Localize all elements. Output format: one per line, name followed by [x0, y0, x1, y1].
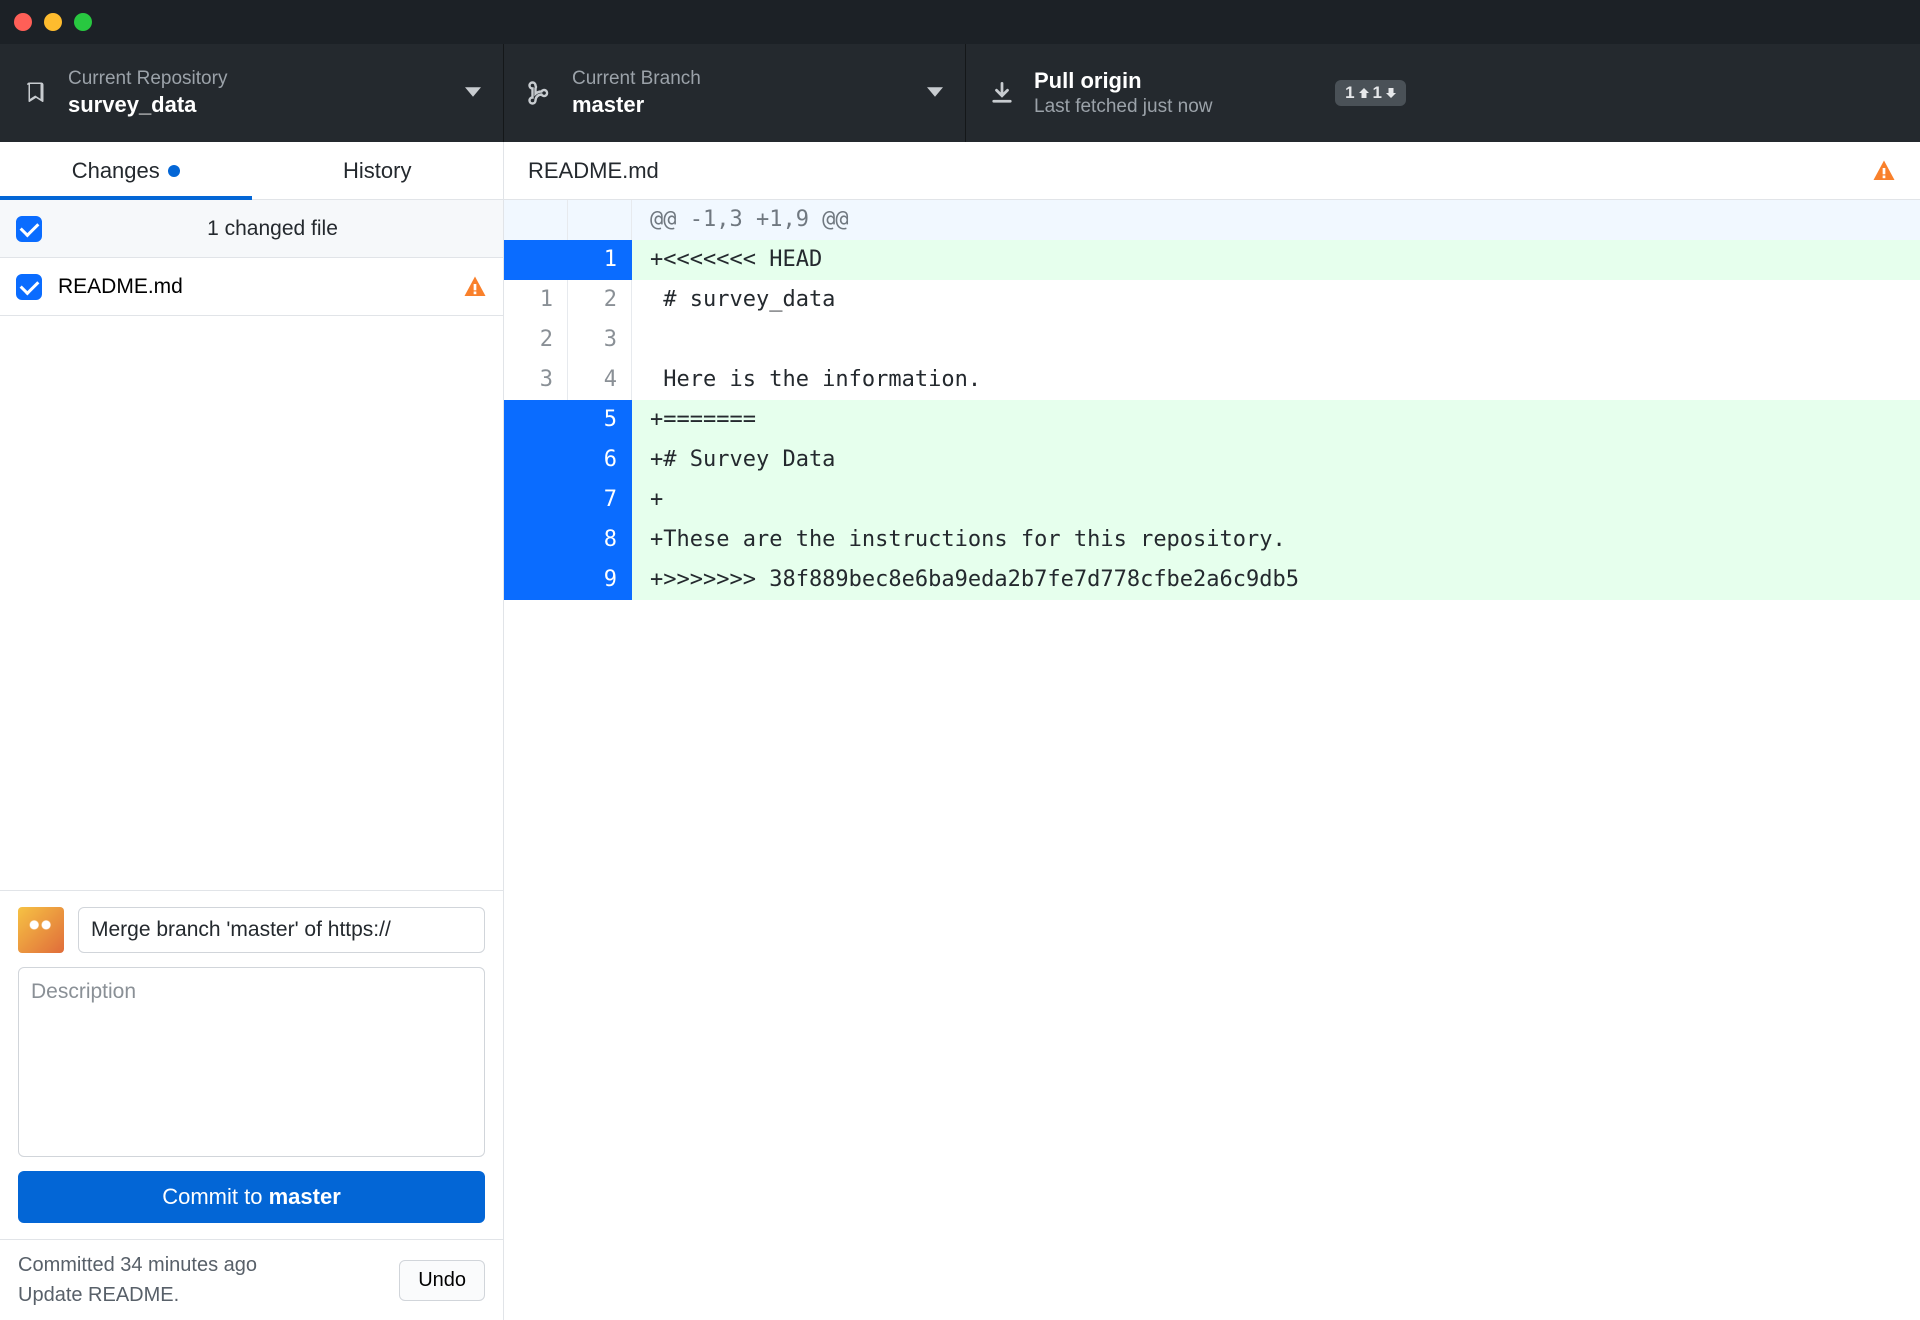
diff-line-add[interactable]: 9+>>>>>>> 38f889bec8e6ba9eda2b7fe7d778cf…	[504, 560, 1920, 600]
gutter-new-line: 9	[568, 560, 632, 600]
undo-button[interactable]: Undo	[399, 1260, 485, 1301]
window-controls	[14, 13, 92, 31]
commit-summary-input[interactable]	[78, 907, 485, 953]
tab-changes[interactable]: Changes	[0, 142, 252, 199]
toolbar: Current Repository survey_data Current B…	[0, 44, 1920, 142]
user-avatar	[18, 907, 64, 953]
diff-file-name: README.md	[528, 158, 1872, 184]
status-message: Update README.	[18, 1282, 387, 1308]
pull-title: Pull origin	[1034, 68, 1317, 94]
arrow-down-icon	[1386, 88, 1396, 98]
pull-origin-button[interactable]: Pull origin Last fetched just now 1 1	[966, 44, 1428, 142]
file-row[interactable]: README.md	[0, 258, 503, 316]
conflict-warning-icon	[1872, 159, 1896, 183]
gutter-old-line: 2	[504, 320, 568, 360]
gutter-old-line: 1	[504, 280, 568, 320]
diff-line-text: +=======	[632, 400, 1920, 440]
gutter-old-line	[504, 240, 568, 280]
diff-line-text: +These are the instructions for this rep…	[632, 520, 1920, 560]
select-all-checkbox[interactable]	[16, 216, 42, 242]
diff-line-text: @@ -1,3 +1,9 @@	[632, 200, 1920, 240]
branch-label: Current Branch	[572, 68, 909, 90]
diff-line-text: +# Survey Data	[632, 440, 1920, 480]
chevron-down-icon	[927, 84, 943, 102]
diff-line-text: # survey_data	[632, 280, 1920, 320]
diff-line-add[interactable]: 5+=======	[504, 400, 1920, 440]
window-titlebar	[0, 0, 1920, 44]
gutter-old-line	[504, 520, 568, 560]
sidebar: Changes History 1 changed file README.md	[0, 142, 504, 1320]
commit-button-prefix: Commit to	[162, 1184, 268, 1209]
last-commit-status: Committed 34 minutes ago Update README. …	[0, 1239, 503, 1320]
pull-count-badge: 1 1	[1335, 80, 1406, 106]
repository-dropdown[interactable]: Current Repository survey_data	[0, 44, 504, 142]
gutter-new-line: 6	[568, 440, 632, 480]
branch-name: master	[572, 92, 909, 118]
tab-history-label: History	[343, 158, 411, 184]
gutter-new-line: 1	[568, 240, 632, 280]
diff-line-text: +>>>>>>> 38f889bec8e6ba9eda2b7fe7d778cfb…	[632, 560, 1920, 600]
diff-line-text: +	[632, 480, 1920, 520]
gutter-old-line	[504, 400, 568, 440]
repository-label: Current Repository	[68, 68, 447, 90]
status-time: Committed 34 minutes ago	[18, 1252, 387, 1278]
gutter-new-line: 4	[568, 360, 632, 400]
repository-name: survey_data	[68, 92, 447, 118]
diff-line-add[interactable]: 1+<<<<<<< HEAD	[504, 240, 1920, 280]
gutter-old-line	[504, 480, 568, 520]
diff-line-text: +<<<<<<< HEAD	[632, 240, 1920, 280]
gutter-new-line	[568, 200, 632, 240]
diff-line-text: Here is the information.	[632, 360, 1920, 400]
diff-line-add[interactable]: 7+	[504, 480, 1920, 520]
diff-line-ctx[interactable]: 34 Here is the information.	[504, 360, 1920, 400]
gutter-new-line: 2	[568, 280, 632, 320]
gutter-old-line	[504, 560, 568, 600]
conflict-warning-icon	[463, 275, 487, 299]
ahead-count: 1	[1373, 83, 1382, 103]
diff-panel: README.md @@ -1,3 +1,9 @@1+<<<<<<< HEAD1…	[504, 142, 1920, 1320]
changed-files-list: README.md	[0, 258, 503, 890]
gutter-old-line	[504, 200, 568, 240]
commit-form: Commit to master	[0, 890, 503, 1239]
branch-icon	[526, 79, 554, 107]
file-checkbox[interactable]	[16, 274, 42, 300]
diff-line-hunk[interactable]: @@ -1,3 +1,9 @@	[504, 200, 1920, 240]
chevron-down-icon	[465, 84, 481, 102]
tab-history[interactable]: History	[252, 142, 504, 199]
behind-count: 1	[1345, 83, 1354, 103]
commit-description-input[interactable]	[18, 967, 485, 1157]
diff-line-ctx[interactable]: 23	[504, 320, 1920, 360]
commit-button-branch: master	[269, 1184, 341, 1209]
commit-button[interactable]: Commit to master	[18, 1171, 485, 1223]
minimize-window-button[interactable]	[44, 13, 62, 31]
pull-subtitle: Last fetched just now	[1034, 96, 1317, 118]
gutter-old-line: 3	[504, 360, 568, 400]
arrow-up-icon	[1359, 88, 1369, 98]
gutter-old-line	[504, 440, 568, 480]
gutter-new-line: 7	[568, 480, 632, 520]
changes-indicator-icon	[168, 165, 180, 177]
tab-changes-label: Changes	[72, 158, 160, 184]
close-window-button[interactable]	[14, 13, 32, 31]
branch-dropdown[interactable]: Current Branch master	[504, 44, 966, 142]
diff-file-header: README.md	[504, 142, 1920, 200]
diff-line-ctx[interactable]: 12 # survey_data	[504, 280, 1920, 320]
gutter-new-line: 8	[568, 520, 632, 560]
main-area: Changes History 1 changed file README.md	[0, 142, 1920, 1320]
sidebar-tabs: Changes History	[0, 142, 503, 200]
changed-files-header: 1 changed file	[0, 200, 503, 258]
diff-view[interactable]: @@ -1,3 +1,9 @@1+<<<<<<< HEAD12 # survey…	[504, 200, 1920, 1320]
download-icon	[988, 79, 1016, 107]
gutter-new-line: 3	[568, 320, 632, 360]
file-name: README.md	[58, 275, 447, 299]
changed-files-count: 1 changed file	[58, 217, 487, 241]
diff-line-add[interactable]: 8+These are the instructions for this re…	[504, 520, 1920, 560]
zoom-window-button[interactable]	[74, 13, 92, 31]
gutter-new-line: 5	[568, 400, 632, 440]
repo-icon	[22, 79, 50, 107]
diff-line-add[interactable]: 6+# Survey Data	[504, 440, 1920, 480]
diff-line-text	[632, 320, 1920, 360]
